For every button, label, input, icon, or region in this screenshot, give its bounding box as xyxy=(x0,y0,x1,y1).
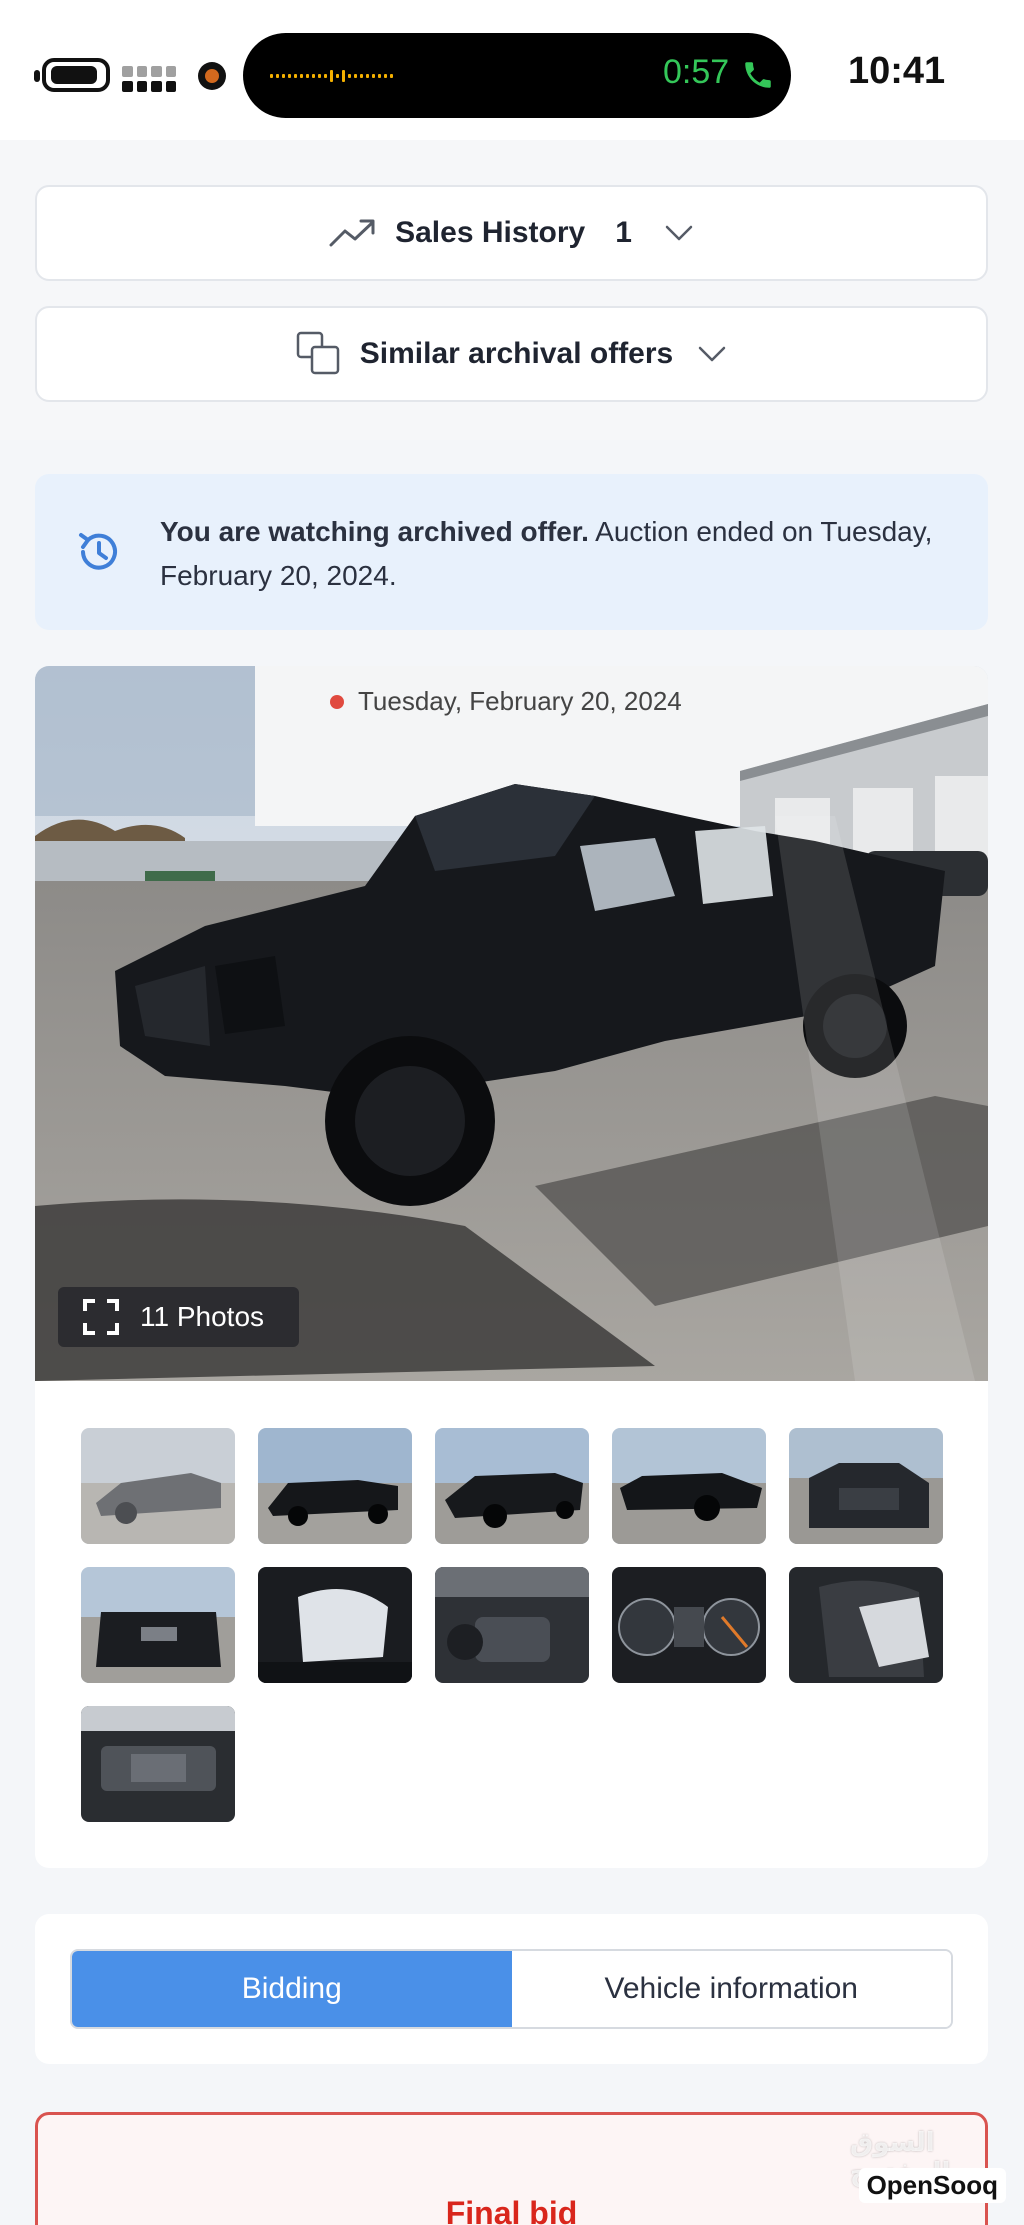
tabs-card: Bidding Vehicle information xyxy=(35,1914,988,2064)
notice-bold: You are watching archived offer. xyxy=(160,516,589,547)
sales-history-count: 1 xyxy=(615,216,632,249)
thumbnail[interactable] xyxy=(789,1428,943,1544)
audio-waveform-icon xyxy=(270,69,393,83)
thumbnail[interactable] xyxy=(81,1567,235,1683)
damaged-truck-photo xyxy=(35,666,988,1381)
history-icon xyxy=(79,533,117,570)
similar-offers-toggle[interactable]: Similar archival offers xyxy=(35,306,988,402)
archived-offer-notice: You are watching archived offer. Auction… xyxy=(35,474,988,630)
final-bid-title: Final bid xyxy=(445,2195,578,2225)
sales-history-toggle[interactable]: Sales History 1 xyxy=(35,185,988,281)
phone-icon xyxy=(745,62,771,88)
copy-icon xyxy=(296,331,339,375)
tab-bar: Bidding Vehicle information xyxy=(70,1949,953,2029)
status-dot-icon xyxy=(330,694,344,709)
thumbnail-grid xyxy=(81,1428,943,1822)
similar-offers-label: Similar archival offers xyxy=(359,337,674,370)
dynamic-island[interactable]: 0:57 xyxy=(243,33,791,118)
watermark-english: OpenSooq xyxy=(858,2168,1006,2203)
fullscreen-icon xyxy=(83,1299,119,1335)
thumbnail[interactable] xyxy=(789,1567,943,1683)
clock: 10:41 xyxy=(848,50,946,92)
thumbnail[interactable] xyxy=(435,1428,589,1544)
thumbnail[interactable] xyxy=(81,1428,235,1544)
battery-icon xyxy=(34,58,110,92)
trending-up-icon xyxy=(329,219,375,247)
tab-bidding[interactable]: Bidding xyxy=(72,1951,512,2027)
call-duration: 0:57 xyxy=(663,53,730,91)
recording-indicator-icon xyxy=(198,62,226,90)
opensooq-watermark: السوق المفتوح OpenSooq xyxy=(850,2120,1010,2220)
notice-text: You are watching archived offer. Auction… xyxy=(160,510,960,598)
sales-history-label: Sales History xyxy=(395,216,586,249)
thumbnail[interactable] xyxy=(258,1567,412,1683)
thumbnail[interactable] xyxy=(435,1567,589,1683)
thumbnail[interactable] xyxy=(258,1428,412,1544)
photo-date-text: Tuesday, February 20, 2024 xyxy=(358,686,682,716)
thumbnail[interactable] xyxy=(612,1567,766,1683)
tab-vehicle-information[interactable]: Vehicle information xyxy=(511,1951,951,2027)
status-bar: 0:57 10:41 xyxy=(0,0,1024,140)
photo-gallery-card: Tuesday, February 20, 2024 11 Photos xyxy=(35,666,988,1868)
final-bid-panel: Final bid xyxy=(35,2112,988,2225)
chevron-down-icon xyxy=(698,346,726,362)
main-vehicle-photo[interactable]: Tuesday, February 20, 2024 11 Photos xyxy=(35,666,988,1381)
thumbnail[interactable] xyxy=(612,1428,766,1544)
chevron-down-icon xyxy=(665,225,693,241)
photo-date: Tuesday, February 20, 2024 xyxy=(330,686,682,717)
signal-icon xyxy=(122,66,176,92)
photo-count-button[interactable]: 11 Photos xyxy=(58,1287,299,1347)
thumbnail[interactable] xyxy=(81,1706,235,1822)
photo-count-label: 11 Photos xyxy=(140,1301,265,1332)
